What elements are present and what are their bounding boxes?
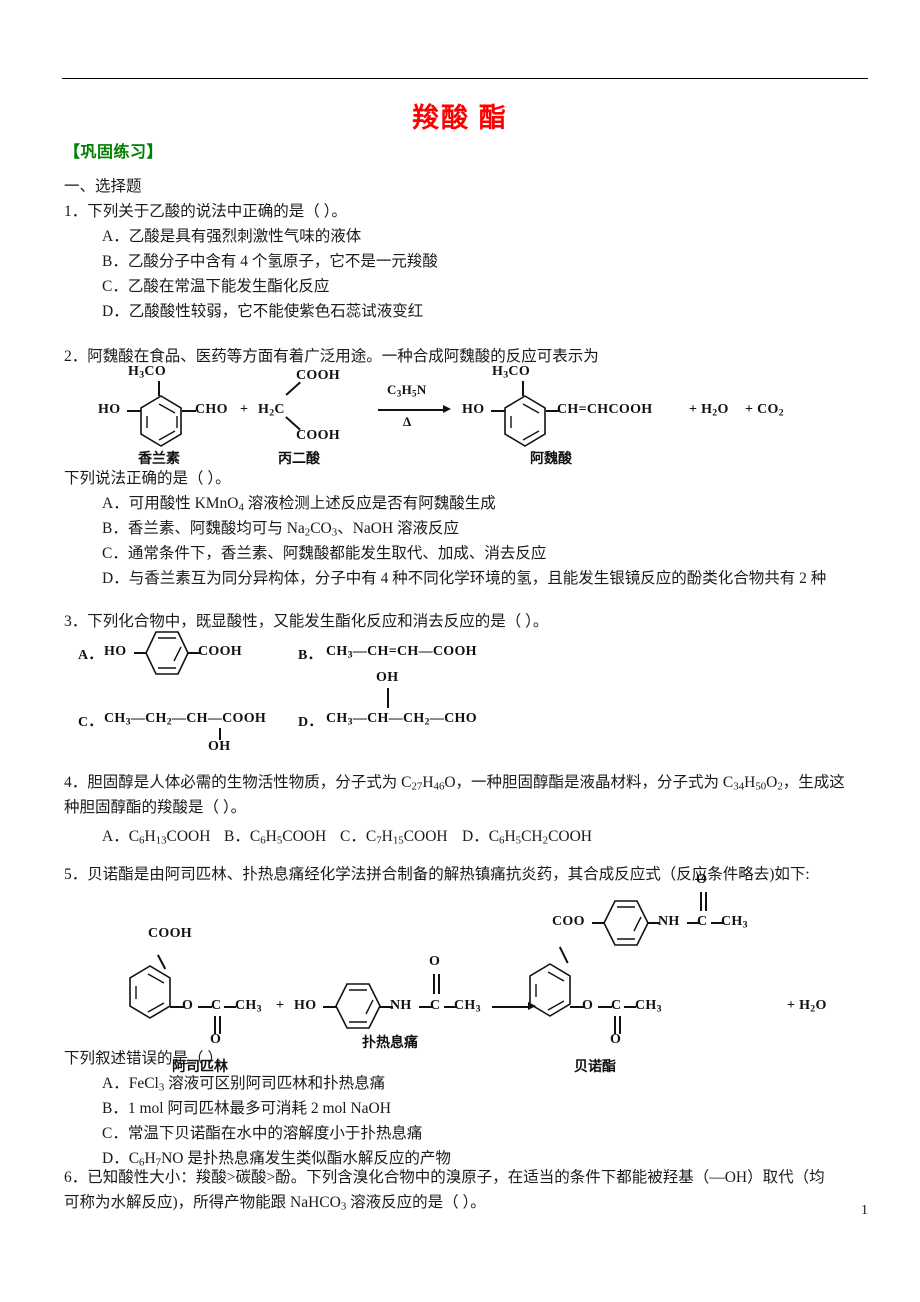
benorilate-amide-double-bond-1 [700, 892, 702, 911]
benorilate-coo-bond [559, 946, 569, 964]
question-2-reaction-scheme: H3CO HO CHO + H2C COOH COOH C3H5N Δ H3CO… [98, 362, 800, 466]
malonic-cooh-upper-label: COOH [296, 368, 340, 383]
paracetamol-carbonyl-double-bond-2 [438, 974, 440, 994]
benorilate-ester-oxygen-label: O [582, 998, 594, 1013]
page-number: 1 [861, 1203, 868, 1218]
document-page: 羧酸 酯 【巩固练习】 一、选择题 1．下列关于乙酸的说法中正确的是（ ）。 A… [0, 0, 920, 1302]
paracetamol-carbonyl-o-label: O [429, 954, 441, 969]
benorilate-amide-c-label: C [697, 914, 708, 929]
paracetamol-benzene-ring [334, 982, 381, 1034]
paracetamol-methyl-label: CH3 [454, 998, 481, 1015]
question-1-option-d: D．乙酸酸性较弱，它不能使紫色石蕊试液变红 [102, 303, 424, 320]
aspirin-cooh-label: COOH [148, 926, 192, 941]
question-2-substem: 下列说法正确的是（ ）。 [64, 470, 231, 487]
ferulic-acid-name-label: 阿魏酸 [530, 450, 572, 466]
paracetamol-ho-label: HO [294, 998, 317, 1013]
question-4-option-d: D．C6H5CH2COOH [462, 828, 592, 847]
aspirin-o-c-bond [198, 1006, 212, 1008]
aspirin-benzene-ring [126, 964, 171, 1019]
benorilate-methyl-label: CH3 [635, 998, 662, 1015]
ferulic-hydroxy-bond [491, 410, 505, 412]
question-1-option-a: A．乙酸是具有强烈刺激性气味的液体 [102, 228, 362, 245]
byproduct-co2-label: + CO2 [745, 402, 784, 419]
benorilate-carbonyl-o-label: O [610, 1032, 622, 1047]
question-2-option-d: D．与香兰素互为同分异构体，分子中有 4 种不同化学环境的氢，且能发生银镜反应的… [102, 570, 827, 587]
paracetamol-nh-label: NH [390, 998, 412, 1013]
q3-option-a-ho-label: HO [104, 644, 127, 659]
q3-option-c-letter: C． [78, 715, 103, 730]
vanillin-cho-bond [182, 410, 196, 412]
q3-option-a-letter: A． [78, 648, 103, 663]
part-label: 一、选择题 [64, 178, 142, 195]
vanillin-methoxy-label: H3CO [128, 364, 167, 381]
q3-option-c-chain: CH3—CH2—CH—COOH [104, 711, 267, 728]
reaction-arrow-line [378, 409, 444, 411]
malonic-cooh-lower-label: COOH [296, 428, 340, 443]
reaction-condition-above: C3H5N [387, 382, 427, 399]
vanillin-name-label: 香兰素 [138, 450, 180, 466]
paracetamol-carbonyl-c-label: C [430, 998, 441, 1013]
q3-a-benzene-ring [144, 630, 189, 682]
aspirin-carbonyl-c-label: C [211, 998, 222, 1013]
q3-option-d-branch-label: OH [376, 670, 399, 685]
benorilate-salicyl-ring [526, 962, 571, 1017]
byproduct-water-label: + H2O [689, 402, 729, 419]
q3-option-c-branch-label: OH [208, 739, 231, 754]
benorilate-o-c-bond [598, 1006, 612, 1008]
question-6-stem-line1: 6．已知酸性大小：羧酸>碳酸>酚。下列含溴化合物中的溴原子，在适当的条件下都能被… [64, 1169, 825, 1186]
benorilate-carbonyl-c-label: C [611, 998, 622, 1013]
header-rule [62, 78, 868, 79]
benorilate-coo-label: COO [552, 914, 585, 929]
q5-byproduct-water-label: + H2O [787, 998, 827, 1015]
malonic-acid-name-label: 丙二酸 [278, 450, 320, 466]
vanillin-benzene-ring [138, 394, 182, 447]
question-4-option-a: A．C6H13COOH [102, 828, 211, 847]
question-3-stem: 3．下列化合物中，既显酸性，又能发生酯化反应和消去反应的是（ ）。 [64, 613, 549, 630]
question-2-option-c: C．通常条件下，香兰素、阿魏酸都能发生取代、加成、消去反应 [102, 545, 547, 562]
benorilate-anilide-ring [602, 899, 649, 951]
question-5-option-b: B．1 mol 阿司匹林最多可消耗 2 mol NaOH [102, 1100, 391, 1117]
q3-d-branch-bond [387, 688, 389, 708]
q3-option-a-cooh-label: COOH [198, 644, 242, 659]
question-1-option-b: B．乙酸分子中含有 4 个氢原子，它不是一元羧酸 [102, 253, 438, 270]
q5-scheme-plus: + [276, 998, 285, 1013]
question-5-substem: 下列叙述错误的是（ ）。 [64, 1050, 231, 1067]
ferulic-hydroxy-label: HO [462, 402, 485, 417]
question-4-stem-line2: 种胆固醇酯的羧酸是（ ）。 [64, 799, 247, 816]
q5-arrow-line [492, 1006, 530, 1008]
malonic-h2c-label: H2C [258, 402, 285, 419]
ferulic-methoxy-label: H3CO [492, 364, 531, 381]
benorilate-amide-o-label: O [696, 872, 708, 887]
aspirin-methyl-label: CH3 [235, 998, 262, 1015]
scheme-plus-1: + [240, 402, 249, 417]
benorilate-amide-methyl-label: CH3 [721, 914, 748, 931]
benorilate-name-label: 贝诺酯 [574, 1058, 616, 1074]
q3-option-d-letter: D． [298, 715, 323, 730]
reaction-arrow-head [443, 405, 451, 413]
vanillin-hydroxy-bond [127, 410, 141, 412]
vanillin-hydroxy-label: HO [98, 402, 121, 417]
ferulic-benzene-ring [502, 394, 546, 447]
benorilate-amide-double-bond-2 [705, 892, 707, 911]
paracetamol-name-label: 扑热息痛 [362, 1034, 418, 1050]
aspirin-ester-oxygen-label: O [182, 998, 194, 1013]
question-5-reaction-scheme: COOH O C CH3 O 阿司匹林 + HO NH C CH3 O 扑热息痛… [72, 872, 892, 1074]
question-1-stem: 1．下列关于乙酸的说法中正确的是（ ）。 [64, 203, 347, 220]
ferulic-sidechain-label: CH​=​CHCOOH [557, 402, 653, 417]
question-5-option-c: C．常温下贝诺酯在水中的溶解度小于扑热息痛 [102, 1125, 423, 1142]
q3-option-b-letter: B． [298, 648, 322, 663]
q3-option-d-chain: CH3—CH—CH2—CHO [326, 711, 477, 728]
question-3-structures: A． HO COOH B． CH3—CH=CH—COOH C． CH3—CH2—… [78, 630, 598, 754]
question-1-option-c: C．乙酸在常温下能发生酯化反应 [102, 278, 330, 295]
page-title: 羧酸 酯 [412, 103, 508, 133]
q3-option-b-chain: CH3—CH=CH—COOH [326, 644, 477, 661]
question-4-option-b: B．C6H5COOH [224, 828, 327, 847]
question-4-option-c: C．C7H15COOH [340, 828, 448, 847]
section-heading: 【巩固练习】 [64, 144, 164, 161]
question-6-stem-line2: 可称为水解反应)，所得产物能跟 NaHCO3 溶液反应的是（ ）。 [64, 1194, 486, 1213]
vanillin-cho-label: CHO [195, 402, 228, 417]
paracetamol-carbonyl-double-bond-1 [433, 974, 435, 994]
reaction-condition-below: Δ [403, 414, 412, 429]
benorilate-nh-label: NH [658, 914, 680, 929]
